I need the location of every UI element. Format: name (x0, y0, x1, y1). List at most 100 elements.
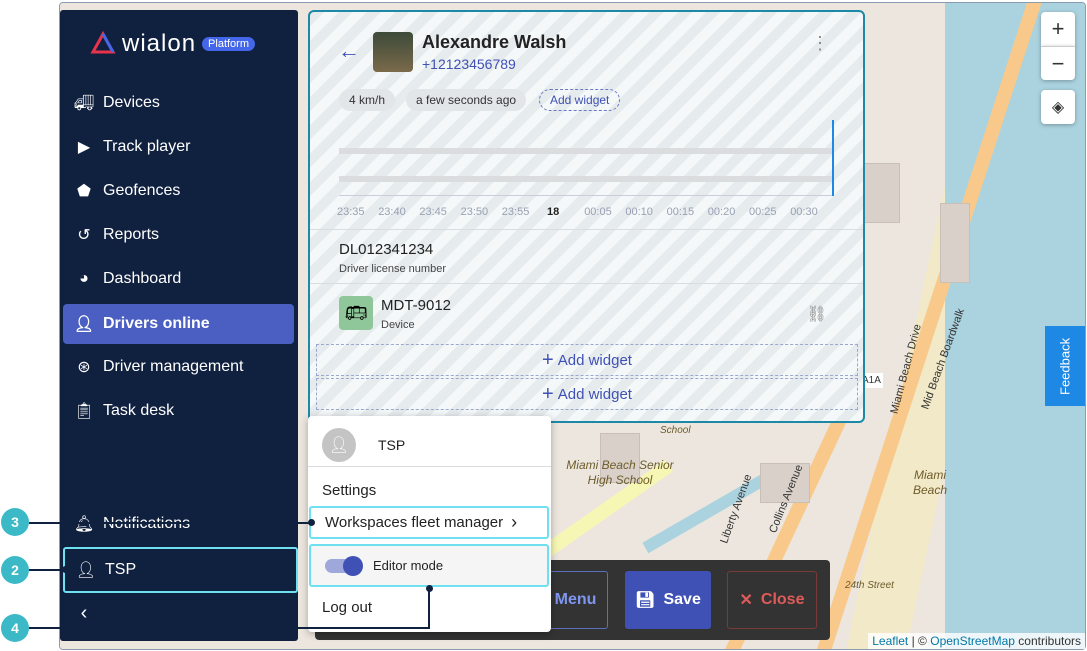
timeline-tick: 23:45 (419, 206, 447, 218)
last-seen-chip: a few seconds ago (406, 89, 527, 111)
driver-icon: 👤︎ (73, 316, 95, 333)
zoom-in-button[interactable]: + (1041, 12, 1075, 46)
logo-word: wialon (122, 30, 197, 57)
zoom-out-button[interactable]: − (1041, 46, 1075, 80)
user-name: TSP (378, 437, 406, 453)
timeline-cursor[interactable] (832, 120, 834, 196)
label: Editor mode (373, 558, 444, 573)
label: TSP (105, 561, 137, 578)
timeline-tick: 23:50 (460, 206, 489, 218)
user-avatar-icon: 👤︎ (322, 428, 356, 462)
sidebar-item-notifications[interactable]: 🔔︎ Notifications (63, 504, 294, 544)
unlink-icon[interactable]: ⛓ (807, 304, 827, 324)
label: Log out (322, 598, 373, 616)
sidebar-item-dashboard[interactable]: ◕ Dashboard (63, 259, 294, 299)
clipboard-icon: 📋︎ (73, 403, 95, 420)
timeline-tick: 00:05 (584, 206, 612, 218)
device-label: Device (381, 319, 415, 331)
timeline-tick: 00:15 (666, 206, 695, 218)
wialon-logo-icon (90, 31, 116, 54)
timeline-track (339, 148, 833, 154)
label: Add widget (557, 351, 632, 369)
label: Close (760, 591, 805, 608)
play-icon: ▶ (77, 139, 91, 156)
timeline-tick: 18 (547, 206, 560, 218)
back-arrow-icon[interactable]: ← (338, 38, 360, 64)
workspaces-menu-item[interactable]: Workspaces fleet manager › (309, 506, 549, 539)
label: Notifications (103, 515, 190, 533)
timeline-tick: 00:25 (749, 206, 777, 218)
speed-chip: 4 km/h (339, 89, 396, 111)
map-label: Miami Beach Senior High School (566, 458, 674, 487)
sidebar-item-user[interactable]: 👤︎ TSP (63, 547, 298, 593)
close-icon: ✕ (739, 592, 753, 609)
sidebar-item-driver-management[interactable]: ⊛ Driver management (63, 347, 294, 387)
add-widget-button[interactable]: + Add widget (316, 378, 858, 410)
pentagon-icon: ⬟ (77, 183, 91, 200)
editor-mode-toggle[interactable]: Editor mode (309, 544, 549, 587)
label: Workspaces fleet manager (325, 514, 504, 531)
label: Add widget (557, 385, 632, 403)
close-button[interactable]: ✕ Close (727, 571, 817, 629)
bus-icon: 🚌︎ (339, 296, 373, 330)
menu-button[interactable]: Menu (543, 571, 608, 629)
label: Driver management (103, 358, 244, 375)
license-value: DL012341234 (339, 241, 434, 258)
leaflet-link[interactable]: Leaflet (872, 634, 908, 648)
truck-icon: 🚚︎ (73, 95, 95, 112)
label: Drivers online (103, 315, 210, 332)
map-label: School (660, 425, 691, 436)
callout-4: 4 (1, 614, 29, 642)
sidebar-item-devices[interactable]: 🚚︎ Devices (63, 83, 294, 123)
plus-icon: + (542, 348, 554, 371)
timeline-tick: 00:10 (625, 206, 653, 218)
layers-icon[interactable]: ◈ (1041, 90, 1075, 124)
sidebar-item-track-player[interactable]: ▶ Track player (63, 127, 294, 167)
label: Save (663, 591, 701, 608)
more-vert-icon[interactable]: ⋮ (811, 34, 829, 52)
toggle-switch[interactable] (325, 555, 363, 576)
map-label: Miami Beach (912, 468, 948, 497)
steering-wheel-icon: ⊛ (77, 359, 91, 376)
map-label: 24th Street (845, 580, 894, 591)
timeline-tick: 23:35 (337, 206, 365, 218)
label: Menu (554, 591, 597, 608)
feedback-tab[interactable]: Feedback (1045, 326, 1085, 406)
label: Devices (103, 94, 160, 111)
bell-icon: 🔔︎ (73, 516, 95, 533)
add-widget-chip[interactable]: Add widget (539, 89, 621, 111)
save-icon: 💾︎ (635, 592, 656, 609)
timeline-tick: 23:55 (501, 206, 530, 218)
sidebar-item-task-desk[interactable]: 📋︎ Task desk (63, 391, 294, 431)
sidebar-item-drivers-online[interactable]: 👤︎ Drivers online (63, 304, 294, 344)
driver-name: Alexandre Walsh (422, 32, 567, 52)
label: Track player (103, 138, 191, 155)
label: Dashboard (103, 270, 182, 287)
map-attribution: Leaflet | © OpenStreetMap contributors (868, 633, 1085, 649)
driver-card: ← Alexandre Walsh +12123456789 ⋮ 4 km/h … (308, 10, 865, 423)
chevron-left-icon: ‹ (80, 601, 88, 624)
label: Geofences (103, 182, 181, 199)
timeline-tick: 00:30 (790, 206, 818, 218)
tail: contributors (1018, 634, 1081, 648)
sidebar-item-geofences[interactable]: ⬟ Geofences (63, 171, 294, 211)
add-widget-button[interactable]: + Add widget (316, 344, 858, 376)
save-button[interactable]: 💾︎ Save (625, 571, 711, 629)
driver-avatar (373, 32, 413, 72)
sidebar-item-reports[interactable]: ↺ Reports (63, 215, 294, 255)
timeline-tick: 00:20 (707, 206, 736, 218)
callout-3: 3 (1, 508, 29, 536)
label: Settings (322, 481, 377, 499)
settings-menu-item[interactable]: Settings (308, 472, 551, 508)
person-icon: 👤︎ (75, 562, 97, 579)
wialon-logo: wialon Platform (90, 30, 256, 58)
device-value: MDT-9012 (381, 297, 452, 314)
driver-phone[interactable]: +12123456789 (422, 56, 516, 72)
pie-chart-icon: ◕ (79, 270, 89, 287)
timeline-tick: 23:40 (378, 206, 406, 218)
license-label: Driver license number (339, 263, 446, 275)
osm-link[interactable]: OpenStreetMap (930, 634, 1015, 648)
plus-icon: + (542, 382, 554, 405)
chevron-right-icon: › (511, 512, 518, 532)
label: Task desk (103, 402, 175, 419)
